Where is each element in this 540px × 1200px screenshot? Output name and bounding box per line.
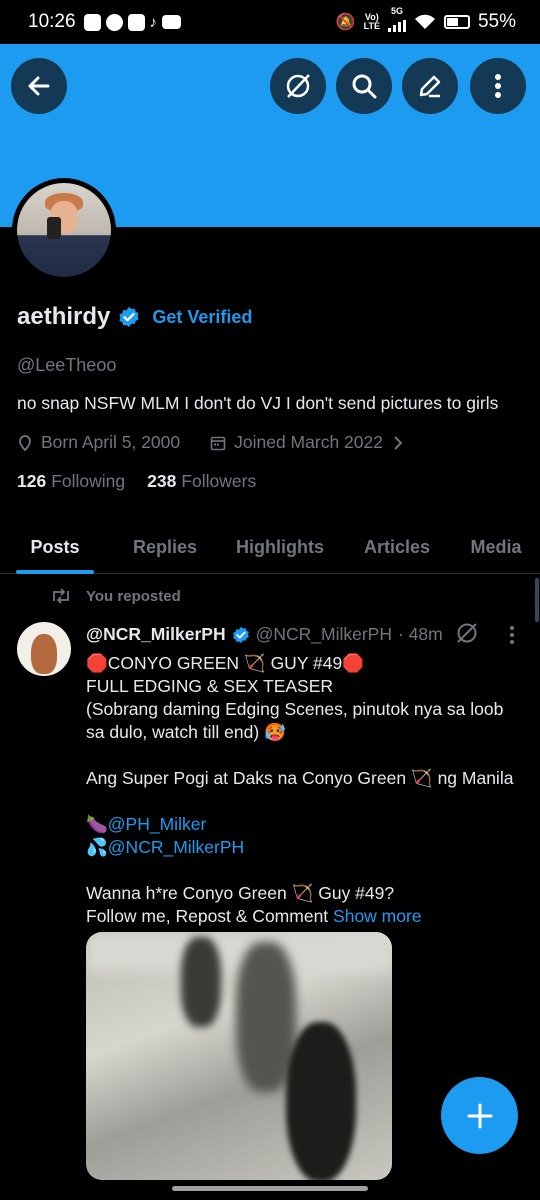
post-header: @NCR_MilkerPH @NCR_MilkerPH · 48m xyxy=(86,624,443,645)
display-name: aethirdy xyxy=(17,303,111,330)
tab-replies[interactable]: Replies xyxy=(122,520,208,574)
mention-line: 🍆@PH_Milker xyxy=(86,814,207,834)
tab-media[interactable]: Media xyxy=(456,520,536,574)
post-author-name[interactable]: @NCR_MilkerPH xyxy=(86,624,226,645)
facebook-notification-icon xyxy=(105,13,123,31)
app-notification-icon xyxy=(127,13,145,31)
grok-icon[interactable] xyxy=(455,621,479,645)
tab-articles[interactable]: Articles xyxy=(352,520,442,574)
calendar-icon xyxy=(210,436,226,450)
followers-link[interactable]: 238 Followers xyxy=(147,471,256,492)
post-line xyxy=(86,790,526,813)
mute-icon: 🔕 xyxy=(335,14,356,31)
profile-tabs: Posts Replies Highlights Articles Media xyxy=(0,520,540,574)
following-label: Following xyxy=(51,471,126,491)
post-time: · 48m xyxy=(398,624,443,644)
more-vertical-icon[interactable] xyxy=(498,624,526,646)
mention-link[interactable]: @PH_Milker xyxy=(108,814,206,834)
grok-icon xyxy=(286,74,310,98)
followers-label: Followers xyxy=(181,471,257,491)
profile-bio: no snap NSFW MLM I don't do VJ I don't s… xyxy=(17,393,499,413)
repost-indicator: You reposted xyxy=(50,587,181,605)
status-right: 🔕 Vo) LTE 5G 55% xyxy=(335,6,516,38)
followers-count: 238 xyxy=(147,471,177,491)
arrow-left-icon xyxy=(28,76,50,96)
post-line xyxy=(86,744,526,767)
status-time: 10:26 xyxy=(28,11,76,32)
birth-date: Born April 5, 2000 xyxy=(41,432,181,452)
profile-handle: @LeeTheoo xyxy=(17,355,117,375)
pencil-icon xyxy=(419,75,441,98)
grok-button[interactable] xyxy=(270,58,326,114)
compose-button[interactable] xyxy=(441,1077,518,1154)
post-line: (Sobrang daming Edging Scenes, pinutok n… xyxy=(86,699,504,719)
birthday-icon xyxy=(19,434,31,451)
search-button[interactable] xyxy=(336,58,392,114)
youtube-notification-icon xyxy=(162,15,182,29)
post-author-handle: @NCR_MilkerPH xyxy=(255,624,392,644)
volte-indicator: Vo) LTE xyxy=(363,12,380,31)
following-count: 126 xyxy=(17,471,47,491)
back-button[interactable] xyxy=(11,58,67,114)
follow-stats: 126 Following 238 Followers xyxy=(17,471,256,492)
post-line: FULL EDGING & SEX TEASER xyxy=(86,676,334,696)
mail-notification-icon xyxy=(83,13,101,31)
search-icon xyxy=(352,74,377,99)
battery-icon xyxy=(443,15,470,29)
edit-button[interactable] xyxy=(402,58,458,114)
profile-meta: Born April 5, 2000 Joined March 2022 xyxy=(17,432,405,453)
more-options-button[interactable] xyxy=(470,58,526,114)
post-author-avatar[interactable] xyxy=(17,622,71,676)
battery-percent: 55% xyxy=(477,11,516,32)
more-vertical-icon xyxy=(495,74,501,98)
post-line: Wanna h*re Conyo Green 🏹 Guy #49? xyxy=(86,883,395,903)
tab-highlights[interactable]: Highlights xyxy=(222,520,338,574)
tab-posts[interactable]: Posts xyxy=(16,520,94,574)
profile-screen: 10:26 ♪ 🔕 Vo) LTE 5G 55% aethirdy Get Ve… xyxy=(0,0,540,1200)
chevron-right-icon[interactable] xyxy=(391,435,405,451)
signal-icon: 5G xyxy=(387,6,406,38)
gesture-bar[interactable] xyxy=(172,1186,368,1191)
mention-line: 💦@NCR_MilkerPH xyxy=(86,837,245,857)
plus-icon xyxy=(467,1103,492,1128)
post-text: 🛑CONYO GREEN 🏹 GUY #49🛑 FULL EDGING & SE… xyxy=(86,652,526,928)
post-media-thumbnail[interactable] xyxy=(86,932,392,1180)
scrollbar[interactable] xyxy=(535,578,539,622)
post-line: sa dulo, watch till end) 🥵 xyxy=(86,722,286,742)
repost-label: You reposted xyxy=(86,587,181,605)
name-row: aethirdy Get Verified xyxy=(17,303,252,331)
get-verified-link[interactable]: Get Verified xyxy=(152,307,252,328)
tiktok-notification-icon: ♪ xyxy=(149,13,158,31)
join-date: Joined March 2022 xyxy=(234,432,383,452)
post-line: Follow me, Repost & Comment Show more xyxy=(86,906,422,926)
show-more-link[interactable]: Show more xyxy=(333,906,422,926)
notification-icons: ♪ xyxy=(83,13,182,31)
wifi-icon xyxy=(414,14,435,29)
profile-avatar[interactable] xyxy=(12,178,116,282)
following-link[interactable]: 126 Following xyxy=(17,471,125,492)
repost-icon xyxy=(53,588,69,604)
verified-badge-icon xyxy=(232,626,249,643)
post-line: Ang Super Pogi at Daks na Conyo Green 🏹 … xyxy=(86,768,514,788)
status-bar: 10:26 ♪ 🔕 Vo) LTE 5G 55% xyxy=(0,0,540,44)
post-line: 🛑CONYO GREEN 🏹 GUY #49🛑 xyxy=(86,653,365,673)
verified-badge-icon xyxy=(119,307,139,327)
mention-link[interactable]: @NCR_MilkerPH xyxy=(108,837,244,857)
avatar-image xyxy=(17,183,111,277)
